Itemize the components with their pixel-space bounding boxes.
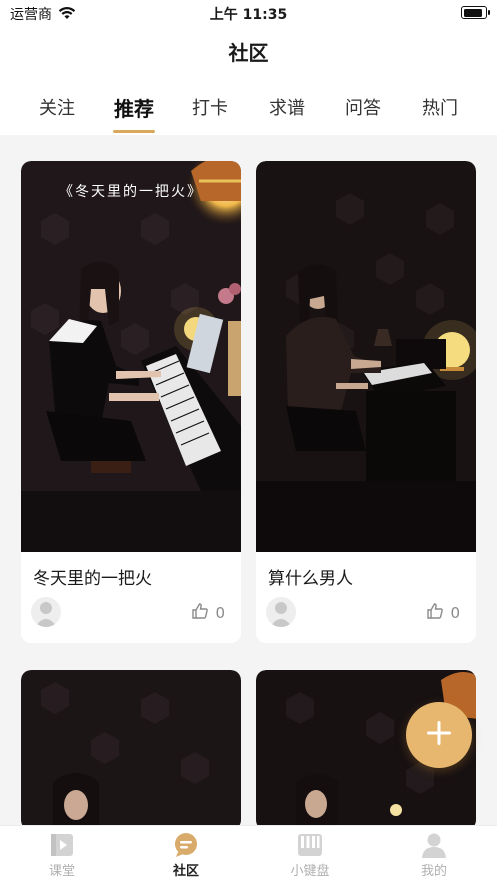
like-count: 0 (450, 604, 460, 622)
status-bar: 运营商 上午 11:35 (0, 0, 497, 28)
bottom-tab-bar: 课堂 社区 小键盘 我的 (0, 825, 497, 883)
author-avatar[interactable] (31, 597, 61, 627)
tabbar-label: 课堂 (48, 864, 75, 879)
like-button[interactable]: 0 (191, 602, 225, 624)
category-tabs: 关注 推荐 打卡 求谱 问答 热门 (0, 90, 497, 134)
thumbs-up-icon (426, 602, 444, 624)
battery-icon (461, 6, 490, 19)
page-title: 社区 (228, 41, 269, 65)
tab-follow[interactable]: 关注 (22, 94, 92, 120)
author-avatar[interactable] (266, 597, 296, 627)
like-count: 0 (215, 604, 225, 622)
tabbar-item-profile[interactable]: 我的 (372, 832, 496, 879)
post-video-thumbnail[interactable] (256, 161, 476, 552)
create-post-button[interactable] (406, 702, 472, 768)
tabbar-item-keyboard[interactable]: 小键盘 (248, 832, 372, 879)
tabbar-label: 社区 (172, 864, 199, 879)
tab-hot[interactable]: 热门 (405, 94, 475, 120)
thumbs-up-icon (191, 602, 209, 624)
post-card[interactable]: 《冬天里的一把火》 冬天里的一把火 0 (21, 161, 241, 643)
video-overlay-title: 《冬天里的一把火》 (59, 184, 203, 200)
like-button[interactable]: 0 (426, 602, 460, 624)
post-video-thumbnail[interactable] (21, 670, 241, 825)
community-icon (172, 832, 200, 858)
profile-icon (420, 832, 448, 858)
post-video-thumbnail[interactable]: 《冬天里的一把火》 (21, 161, 241, 552)
piano-keyboard-icon (296, 832, 324, 858)
tabbar-label: 小键盘 (290, 864, 330, 879)
tabbar-item-classroom[interactable]: 课堂 (0, 832, 124, 879)
classroom-icon (48, 832, 76, 858)
tab-sheet-request[interactable]: 求谱 (252, 94, 322, 120)
tab-checkin[interactable]: 打卡 (175, 94, 245, 120)
tabbar-item-community[interactable]: 社区 (124, 832, 248, 879)
post-card[interactable] (21, 670, 241, 825)
post-title[interactable]: 冬天里的一把火 (33, 564, 152, 589)
post-card[interactable]: 算什么男人 0 (256, 161, 476, 643)
post-title[interactable]: 算什么男人 (268, 564, 353, 589)
tab-recommend[interactable]: 推荐 (99, 93, 169, 122)
tab-qa[interactable]: 问答 (328, 94, 398, 120)
active-tab-indicator (113, 130, 155, 133)
plus-icon (426, 720, 452, 750)
clock-time: 上午 11:35 (209, 7, 288, 23)
tabbar-label: 我的 (420, 864, 447, 879)
